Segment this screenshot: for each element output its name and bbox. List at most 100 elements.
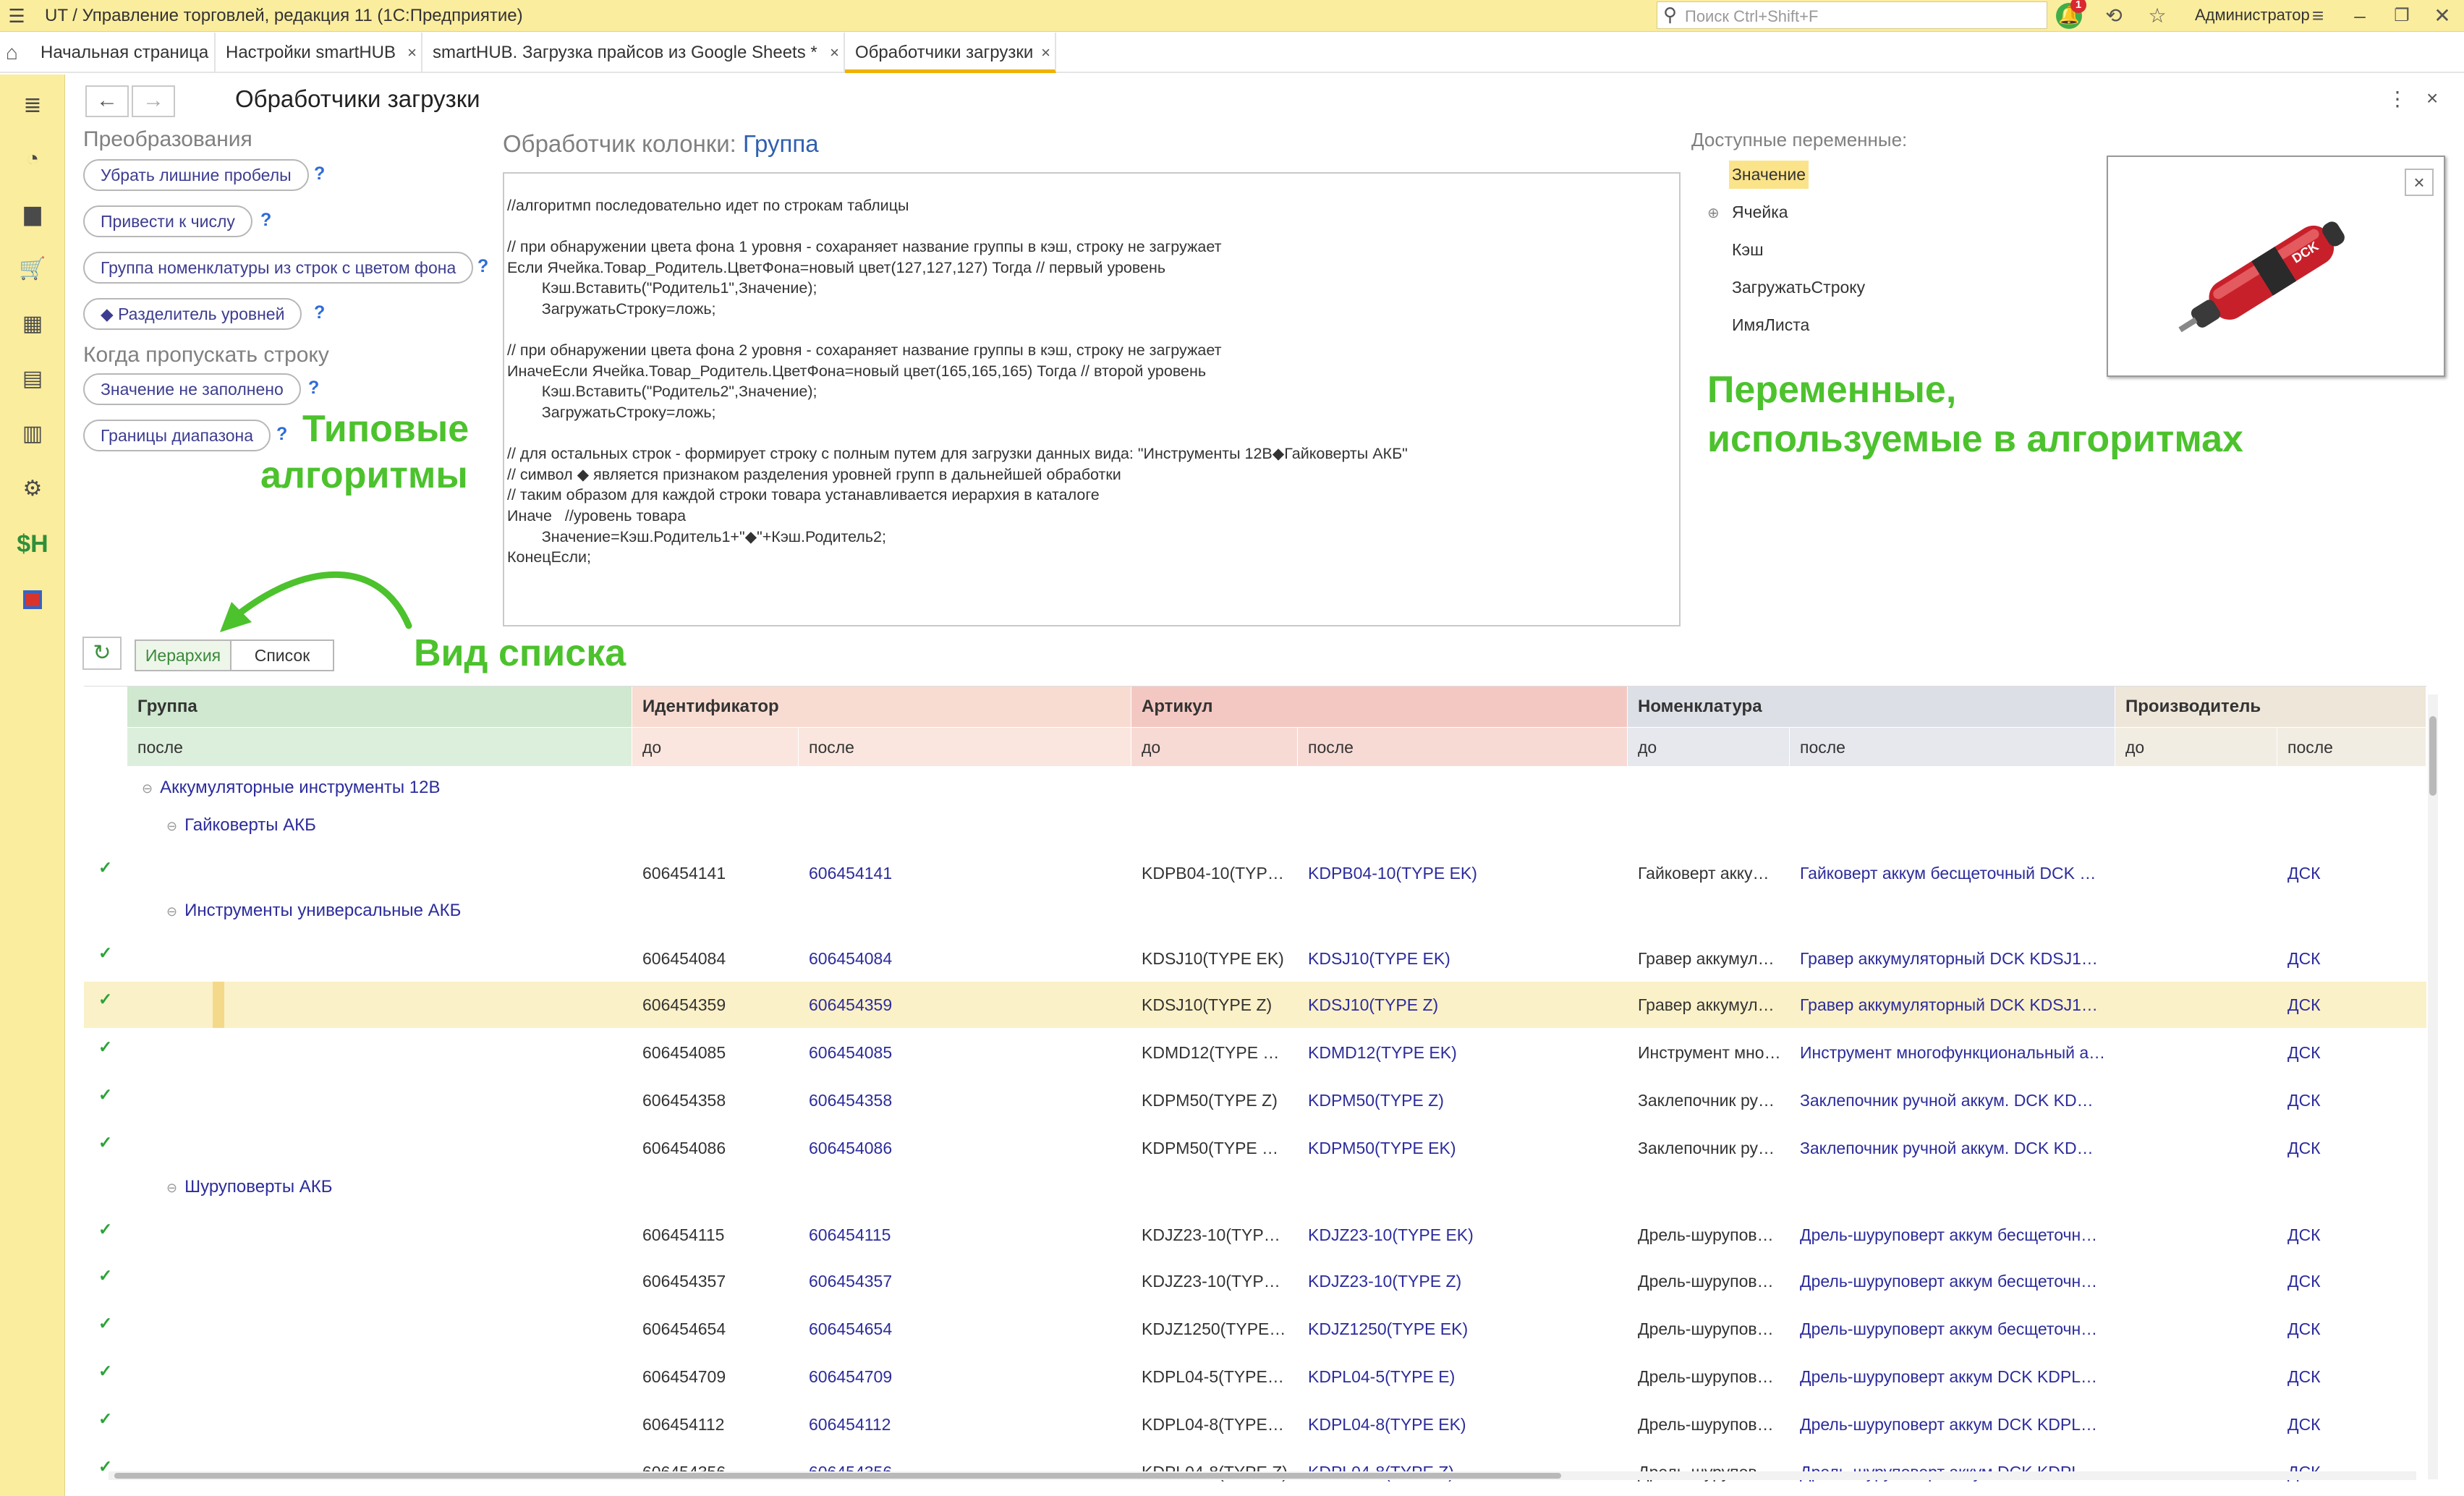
collapse-icon[interactable]: ⊖ [166,819,177,834]
vertical-scrollbar-thumb[interactable] [2429,716,2437,796]
collapse-icon[interactable]: ⊖ [166,904,177,919]
table-row[interactable]: ✓ 606454654 606454654 KDJZ1250(TYPE… KDJZ125… [84,1306,2426,1352]
cell-maker[interactable]: ДСК [2287,850,2426,896]
subheader-article-before[interactable]: до [1131,727,1298,766]
warehouse-icon[interactable]: ▤ [16,362,49,396]
table-row[interactable]: ✓ 606454085 606454085 KDMD12(TYPE … KDMD12(T… [84,1029,2426,1076]
cell-art-before[interactable]: KDPL04-5(TYPE… [1142,1353,1304,1400]
smarthub-logo-icon[interactable]: $H [16,527,49,561]
table-row[interactable]: ✓ 606454141 606454141 KDPB04-10(TYP… KDPB04-… [84,850,2426,896]
cell-maker[interactable]: ДСК [2287,1353,2426,1400]
hierarchy-view-button[interactable]: Иерархия [135,639,231,671]
cell-nom-before[interactable]: Дрель-шурупов… [1638,1306,1796,1352]
cell-id-after[interactable]: 606454085 [809,1029,1134,1076]
admin-gear-icon[interactable]: ⚙ [16,472,49,506]
cell-art-before[interactable]: KDPM50(TYPE … [1142,1125,1304,1171]
favorites-star-icon[interactable]: ☆ [2144,3,2170,29]
variable-item[interactable]: ИмяЛиста [1729,311,1812,339]
settings-menu-icon[interactable]: ≡ [2305,3,2331,29]
cell-nom-before[interactable]: Дрель-шурупов… [1638,1401,1796,1448]
horizontal-scrollbar-thumb[interactable] [114,1473,1561,1479]
variable-item[interactable]: Кэш [1729,236,1767,264]
subheader-maker-after[interactable]: после [2277,727,2426,766]
cell-id-before[interactable]: 606454654 [642,1306,802,1352]
cell-maker[interactable]: ДСК [2287,1449,2426,1489]
catalog-grid-icon[interactable]: ▦ [16,307,49,341]
subheader-maker-before[interactable]: до [2115,727,2277,766]
cell-nom-before[interactable]: Гравер аккумул… [1638,935,1796,982]
variable-item[interactable]: Значение [1729,161,1809,189]
dashboard-icon[interactable]: ◔ [16,143,49,176]
cell-id-after[interactable]: 606454358 [809,1077,1134,1123]
handler-code-editor[interactable]: //алгоритмп последовательно идет по стро… [503,172,1681,626]
cell-nom-after[interactable]: Инструмент многофункциональный а… [1800,1029,2121,1076]
refresh-button[interactable]: ↻ [82,637,122,670]
cell-nom-after[interactable]: Дрель-шуруповерт аккум бесщеточн… [1800,1212,2121,1258]
cell-nom-before[interactable]: Заклепочник ру… [1638,1125,1796,1171]
tab-home[interactable]: Начальная страница [30,33,216,73]
cell-nom-after[interactable]: Дрель-шуруповерт аккум бесщеточн… [1800,1306,2121,1352]
cell-id-after[interactable]: 606454709 [809,1353,1134,1400]
cell-id-after[interactable]: 606454141 [809,850,1134,896]
subheader-nom-after[interactable]: после [1790,727,2115,766]
cell-nom-before[interactable]: Дрель-шурупов… [1638,1449,1796,1489]
cell-art-before[interactable]: KDSJ10(TYPE EK) [1142,935,1304,982]
close-tab-icon[interactable]: × [830,33,839,73]
cell-art-before[interactable]: KDJZ23-10(TYP… [1142,1212,1304,1258]
close-tab-icon[interactable]: × [1041,33,1050,73]
help-icon[interactable]: ? [276,424,287,445]
main-menu-icon[interactable]: ☰ [6,6,27,26]
table-row[interactable]: ✓ 606454084 606454084 KDSJ10(TYPE EK) KDSJ10… [84,935,2426,982]
vertical-scrollbar[interactable] [2428,694,2438,1479]
cell-maker[interactable]: ДСК [2287,1029,2426,1076]
cell-nom-after[interactable]: Дрель-шуруповерт аккум DCK KDPL… [1800,1353,2121,1400]
column-header-article[interactable]: Артикул [1131,687,1628,727]
cell-id-before[interactable]: 606454085 [642,1029,802,1076]
restore-icon[interactable]: ❐ [2389,3,2415,29]
cell-art-before[interactable]: KDMD12(TYPE … [1142,1029,1304,1076]
cell-maker[interactable]: ДСК [2287,982,2426,1028]
close-tab-icon[interactable]: × [407,33,417,73]
cell-id-after[interactable]: 606454654 [809,1306,1134,1352]
cell-nom-after[interactable]: Гайковерт аккум бесщеточный DCK … [1800,850,2121,896]
cell-id-before[interactable]: 606454356 [642,1449,802,1489]
handler-column-name[interactable]: Группа [743,130,819,157]
table-row[interactable]: ✓ 606454358 606454358 KDPM50(TYPE Z) KDPM50(… [84,1077,2426,1123]
cell-nom-after[interactable]: Дрель-шуруповерт аккум DCK KDPL… [1800,1401,2121,1448]
tab-google-sheets-import[interactable]: smartHUB. Загрузка прайсов из Google She… [422,33,845,73]
subheader-id-after[interactable]: после [799,727,1131,766]
cell-maker[interactable]: ДСК [2287,1077,2426,1123]
cell-nom-after[interactable]: Дрель-шуруповерт аккум бесщеточн… [1800,1258,2121,1304]
to-number-button[interactable]: Привести к числу [83,205,252,237]
group-row[interactable]: ⊖ Аккумуляторные инструменты 12В [142,778,440,798]
cell-id-before[interactable]: 606454359 [642,982,802,1028]
cell-id-after[interactable]: 606454115 [809,1212,1134,1258]
value-empty-button[interactable]: Значение не заполнено [83,373,301,405]
variable-item[interactable]: Ячейка [1729,198,1791,226]
subheader-article-after[interactable]: после [1298,727,1628,766]
cell-nom-before[interactable]: Гайковерт акку… [1638,850,1796,896]
group-by-bg-color-button[interactable]: Группа номенклатуры из строк с цветом фо… [83,252,474,284]
table-row[interactable]: ✓ 606454086 606454086 KDPM50(TYPE … KDPM50(T… [84,1125,2426,1171]
group-row[interactable]: ⊖ Гайковерты АКБ [166,815,316,836]
cell-maker[interactable]: ДСК [2287,1306,2426,1352]
cell-art-before[interactable]: KDJZ1250(TYPE… [1142,1306,1304,1352]
tab-smarthub-settings[interactable]: Настройки smartHUB × [216,33,422,73]
cell-art-after[interactable]: KDJZ1250(TYPE EK) [1308,1306,1634,1352]
collapse-icon[interactable]: ⊖ [142,781,153,796]
cell-id-before[interactable]: 606454358 [642,1077,802,1123]
cell-art-after[interactable]: KDSJ10(TYPE Z) [1308,982,1634,1028]
help-icon[interactable]: ? [308,378,319,399]
forward-button[interactable]: → [132,85,175,117]
expand-icon[interactable]: ⊕ [1707,204,1720,222]
column-header-manufacturer[interactable]: Производитель [2115,687,2426,727]
table-row[interactable]: ✓ 606454112 606454112 KDPL04-8(TYPE… KDPL04-… [84,1401,2426,1448]
cell-art-after[interactable]: KDPM50(TYPE Z) [1308,1077,1634,1123]
global-search-input[interactable]: ⚲ Поиск Ctrl+Shift+F [1657,1,2047,29]
cell-art-after[interactable]: KDJZ23-10(TYPE Z) [1308,1258,1634,1304]
cell-maker[interactable]: ДСК [2287,1401,2426,1448]
cell-nom-before[interactable]: Дрель-шурупов… [1638,1212,1796,1258]
variable-item[interactable]: ЗагружатьСтроку [1729,273,1868,302]
cell-nom-before[interactable]: Дрель-шурупов… [1638,1353,1796,1400]
cell-art-after[interactable]: KDPL04-8(TYPE Z) [1308,1449,1634,1489]
